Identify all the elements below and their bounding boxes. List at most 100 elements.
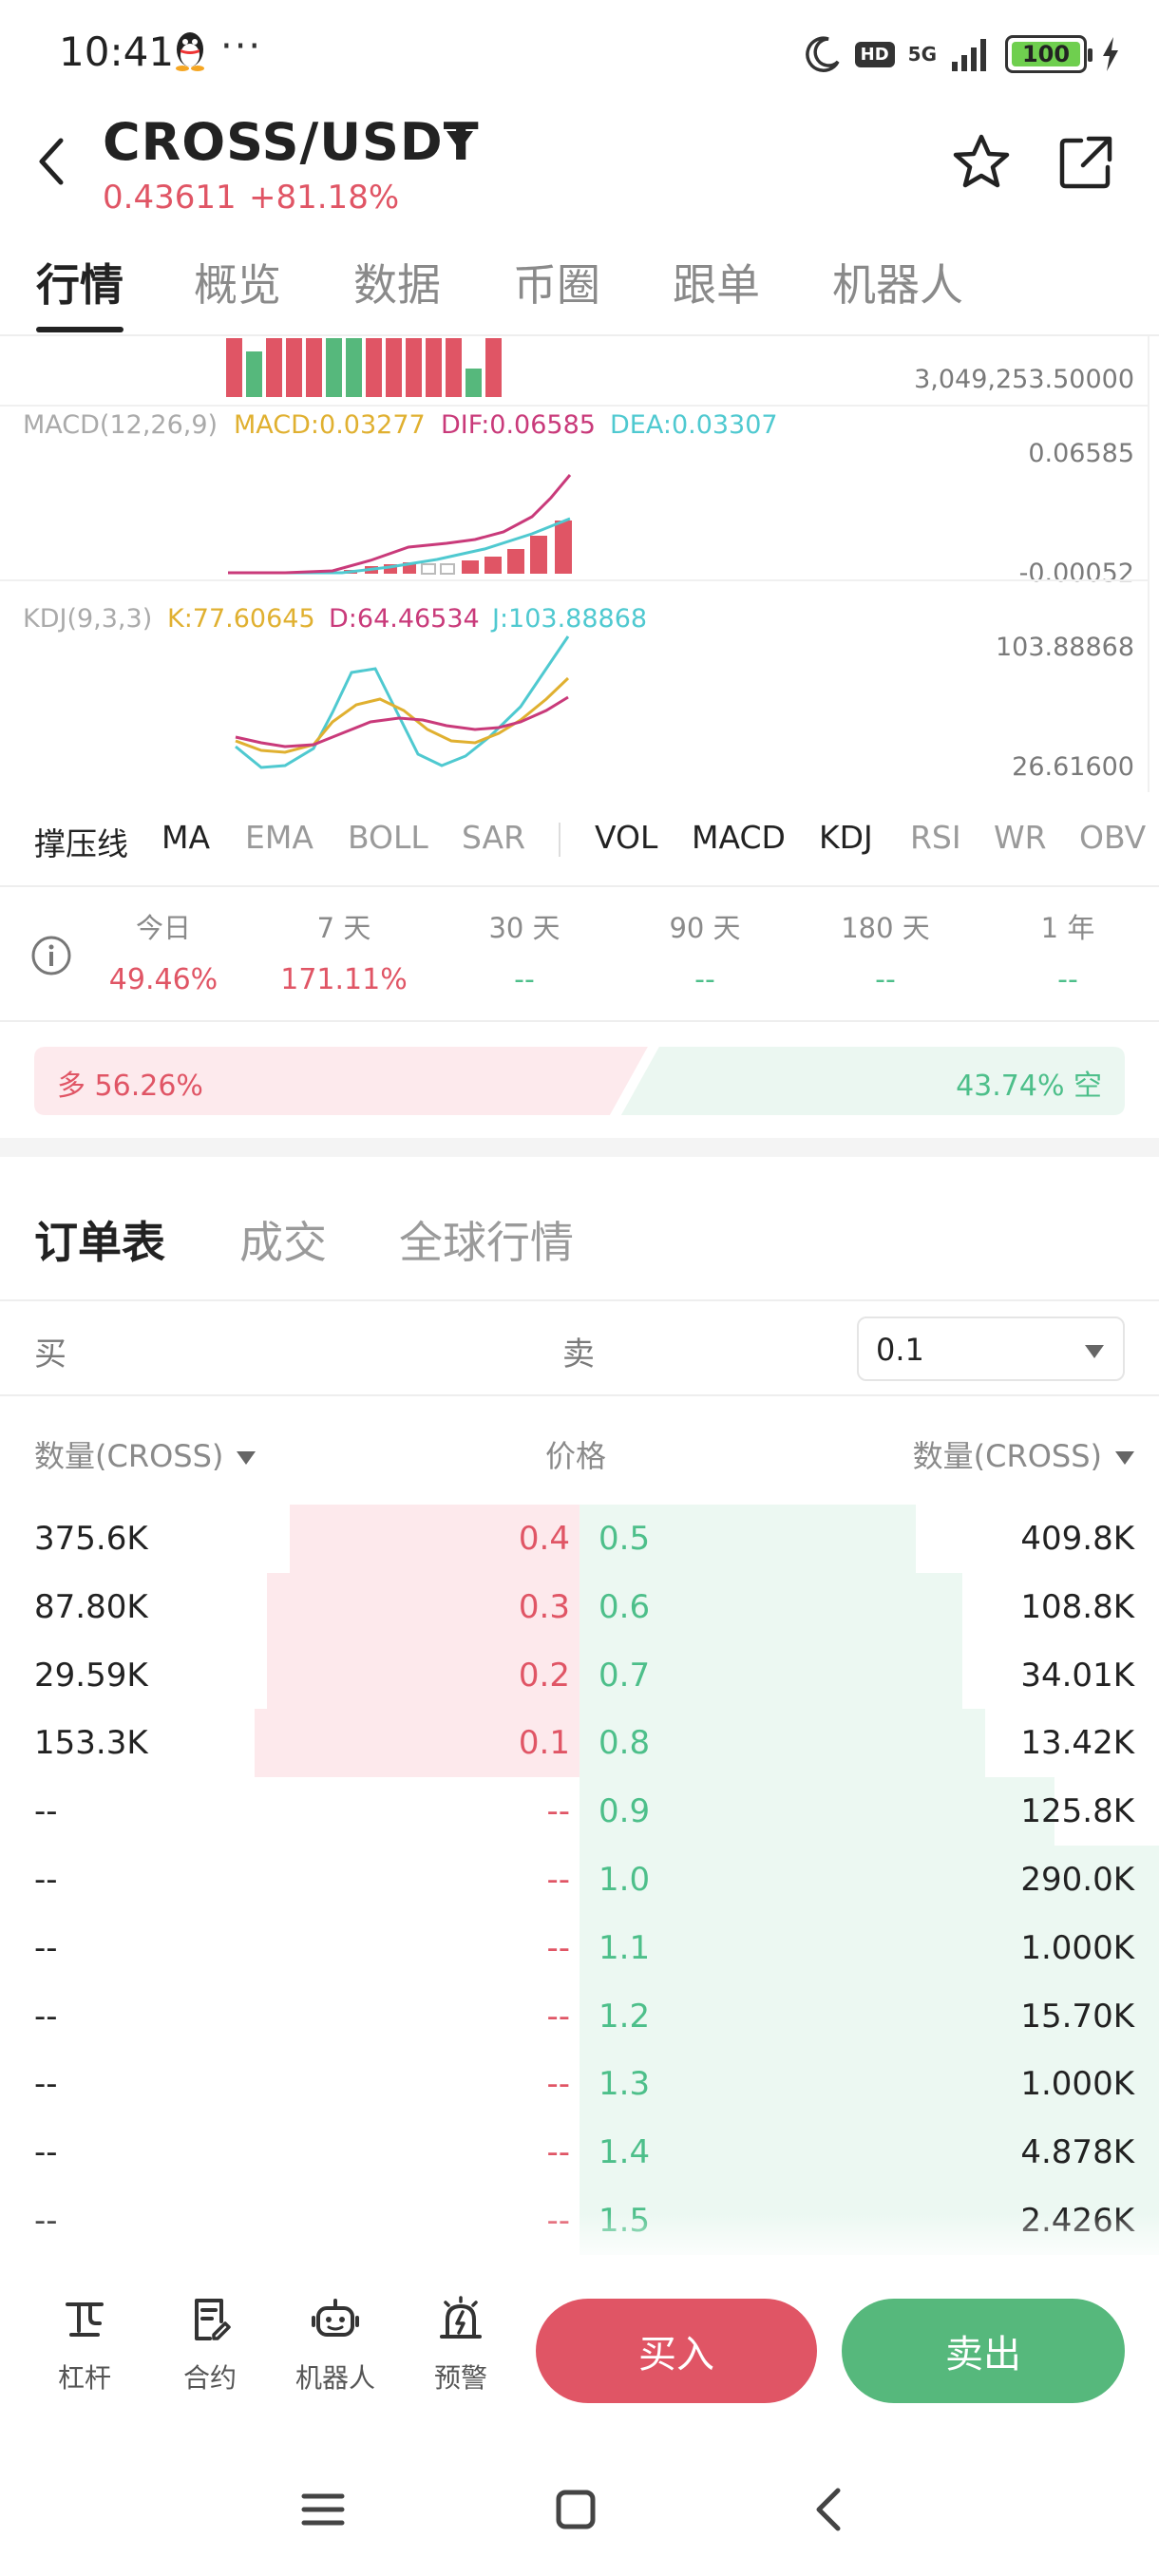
ask-price: 0.8 xyxy=(598,1724,651,1763)
volume-bar xyxy=(485,338,502,397)
tab-overview[interactable]: 概览 xyxy=(194,251,281,313)
tab-market[interactable]: 行情 xyxy=(36,251,124,313)
tab-trades[interactable]: 成交 xyxy=(239,1208,327,1271)
bid-price: 0.1 xyxy=(518,1724,570,1763)
indicator-ema[interactable]: EMA xyxy=(245,819,314,856)
indicator-boll[interactable]: BOLL xyxy=(348,819,428,856)
tab-order-book[interactable]: 订单表 xyxy=(34,1208,165,1271)
bid-price: -- xyxy=(546,1861,570,1899)
hd-badge: HD xyxy=(854,41,895,67)
volume-bar xyxy=(226,338,242,397)
status-bar: 10:41 ··· HD 5G 100 xyxy=(0,0,1159,109)
stat-value: -- xyxy=(694,963,715,996)
indicator-kdj[interactable]: KDJ xyxy=(819,819,873,856)
robot-icon xyxy=(312,2299,359,2337)
ask-price: 0.6 xyxy=(598,1587,651,1626)
sell-button[interactable]: 卖出 xyxy=(842,2299,1125,2403)
tab-global-market[interactable]: 全球行情 xyxy=(399,1208,574,1271)
volume-bar xyxy=(426,338,442,397)
status-more-dots: ··· xyxy=(220,25,263,68)
kdj-chart xyxy=(235,635,570,769)
alert-icon xyxy=(440,2296,482,2339)
indicator-ma[interactable]: MA xyxy=(162,819,210,856)
macd-bar xyxy=(555,521,572,574)
order-tabs: 订单表 成交 全球行情 xyxy=(0,1157,1159,1301)
ask-quantity: 409.8K xyxy=(1020,1520,1134,1558)
favorite-star-icon[interactable] xyxy=(950,131,1013,194)
volume-bar xyxy=(446,338,462,397)
alert-button[interactable]: 预警 xyxy=(408,2293,513,2396)
network-5g: 5G xyxy=(907,43,937,66)
macd-bar xyxy=(530,536,547,574)
moon-icon xyxy=(805,36,840,72)
table-row[interactable]: 153.3K 0.1 0.8 13.42K xyxy=(0,1709,1159,1778)
home-icon[interactable] xyxy=(547,2481,604,2538)
bid-quantity: 29.59K xyxy=(34,1656,148,1695)
back-button[interactable] xyxy=(28,133,76,190)
volume-bar xyxy=(466,369,482,397)
indicator-charts[interactable]: 3,049,253.50000 MACD(12,26,9) MACD:0.032… xyxy=(0,336,1150,792)
contract-button[interactable]: 合约 xyxy=(158,2293,262,2396)
signal-icon xyxy=(952,39,986,71)
long-ratio-text: 多 56.26% xyxy=(57,1070,203,1103)
table-row[interactable]: -- -- 1.1 1.000K xyxy=(0,1913,1159,1982)
pair-dropdown-icon[interactable] xyxy=(446,131,473,150)
indicator-sar[interactable]: SAR xyxy=(462,819,525,856)
leverage-button[interactable]: 杠杆 xyxy=(32,2293,137,2396)
bid-price: -- xyxy=(546,2133,570,2172)
stat-label: 1 年 xyxy=(1040,912,1095,944)
nav-back-icon[interactable] xyxy=(802,2481,859,2538)
status-icons: HD 5G 100 xyxy=(804,30,1121,78)
volume-bar xyxy=(346,338,362,397)
tool-label: 机器人 xyxy=(294,2362,375,2394)
ask-quantity: 34.01K xyxy=(1020,1656,1134,1695)
tab-copy-trading[interactable]: 跟单 xyxy=(673,251,760,313)
ask-price: 1.0 xyxy=(598,1861,651,1899)
table-row[interactable]: -- -- 1.2 15.70K xyxy=(0,1981,1159,2051)
robot-button[interactable]: 机器人 xyxy=(283,2293,388,2396)
table-row[interactable]: 375.6K 0.4 0.5 409.8K xyxy=(0,1505,1159,1573)
bid-qty-column-header[interactable]: 数量(CROSS) xyxy=(34,1432,256,1476)
depth-precision-select[interactable]: 0.1 xyxy=(857,1316,1125,1381)
charging-icon xyxy=(1103,37,1118,71)
table-row[interactable]: -- -- 1.0 290.0K xyxy=(0,1846,1159,1914)
table-row[interactable]: -- -- 1.3 1.000K xyxy=(0,2050,1159,2119)
table-row[interactable]: 29.59K 0.2 0.7 34.01K xyxy=(0,1640,1159,1710)
ask-quantity: 15.70K xyxy=(1020,1997,1134,2036)
stat-value: 171.11% xyxy=(280,963,408,996)
tab-robot[interactable]: 机器人 xyxy=(832,251,963,313)
ask-quantity: 4.878K xyxy=(1020,2133,1134,2172)
ask-qty-column-header[interactable]: 数量(CROSS) xyxy=(913,1432,1134,1476)
table-row[interactable]: 87.80K 0.3 0.6 108.8K xyxy=(0,1572,1159,1641)
indicator-rsi[interactable]: RSI xyxy=(910,819,961,856)
indicator-obv[interactable]: OBV xyxy=(1079,819,1146,856)
buy-button[interactable]: 买入 xyxy=(536,2299,817,2403)
volume-bar xyxy=(286,338,302,397)
pair-change: +81.18% xyxy=(249,179,400,217)
bid-price: -- xyxy=(546,1792,570,1831)
indicator-support-resistance[interactable]: 撑压线 xyxy=(34,819,128,864)
bid-price: 0.2 xyxy=(518,1656,570,1695)
menu-icon[interactable] xyxy=(294,2481,352,2538)
book-side-header: 买 卖 0.1 xyxy=(0,1303,1159,1396)
indicator-vol[interactable]: VOL xyxy=(595,819,657,856)
table-row[interactable]: -- -- 0.9 125.8K xyxy=(0,1777,1159,1847)
indicator-macd[interactable]: MACD xyxy=(692,819,786,856)
stat-label: 90 天 xyxy=(669,912,741,944)
tab-data[interactable]: 数据 xyxy=(353,251,441,313)
contract-icon xyxy=(195,2299,231,2340)
price-column-header: 价格 xyxy=(545,1438,607,1474)
table-row[interactable]: -- -- 1.4 4.878K xyxy=(0,2118,1159,2188)
indicator-wr[interactable]: WR xyxy=(994,819,1047,856)
long-short-ratio-bar: 多 56.26% 43.74% 空 xyxy=(34,1047,1125,1115)
indicator-selector: 撑压线 MA EMA BOLL SAR VOL MACD KDJ RSI WR … xyxy=(0,807,1159,887)
share-icon[interactable] xyxy=(1054,131,1117,194)
tab-coin-circle[interactable]: 币圈 xyxy=(513,251,600,313)
info-icon[interactable] xyxy=(30,935,72,976)
macd-dif-value: DIF:0.06585 xyxy=(441,410,596,440)
pair-title[interactable]: CROSS/USDT xyxy=(103,112,480,172)
bid-quantity: -- xyxy=(34,2133,58,2172)
bid-price: -- xyxy=(546,1997,570,2036)
ask-price: 0.5 xyxy=(598,1520,651,1558)
kdj-k-line xyxy=(235,676,570,754)
